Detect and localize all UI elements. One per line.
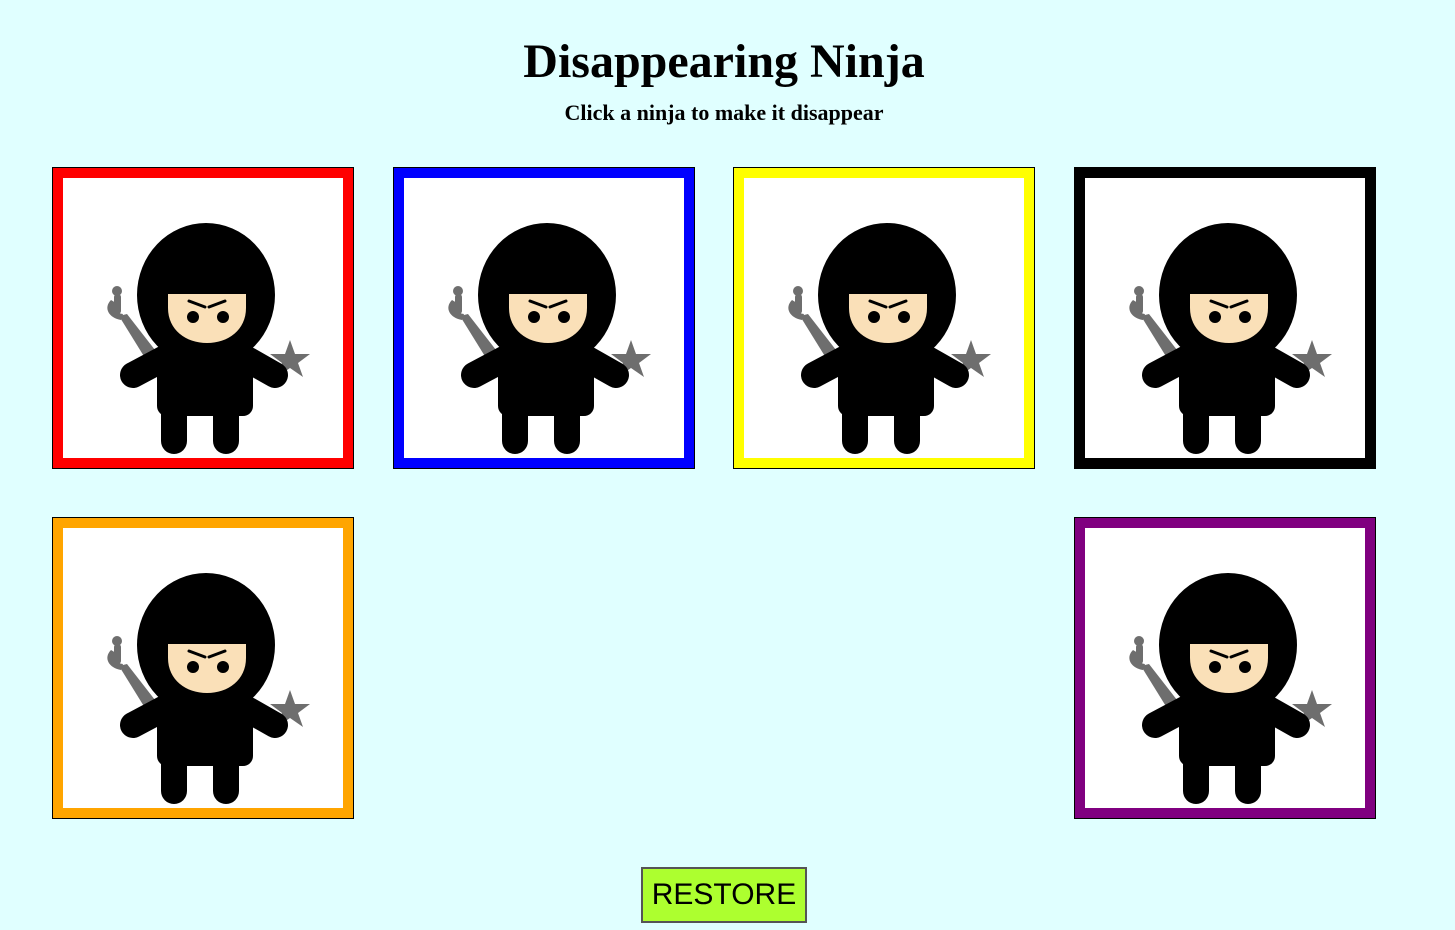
ninja-card-yellow[interactable]	[733, 167, 1035, 469]
ninja-icon	[448, 223, 651, 454]
ninja-icon	[107, 223, 310, 454]
restore-button[interactable]: RESTORE	[641, 867, 807, 923]
ninja-card-blue[interactable]	[393, 167, 695, 469]
ninja-card-purple[interactable]	[1074, 517, 1376, 819]
page-title: Disappearing Ninja	[523, 35, 925, 88]
ninja-card-orange[interactable]	[52, 517, 354, 819]
ninja-card-black[interactable]	[1074, 167, 1376, 469]
page-subtitle: Click a ninja to make it disappear	[564, 100, 884, 125]
page: Disappearing Ninja Click a ninja to make…	[0, 0, 1455, 930]
ninja-icon	[1129, 223, 1332, 454]
ninja-icon	[1129, 573, 1332, 804]
ninja-card-red[interactable]	[52, 167, 354, 469]
ninja-icon	[107, 573, 310, 804]
ninja-icon	[788, 223, 991, 454]
